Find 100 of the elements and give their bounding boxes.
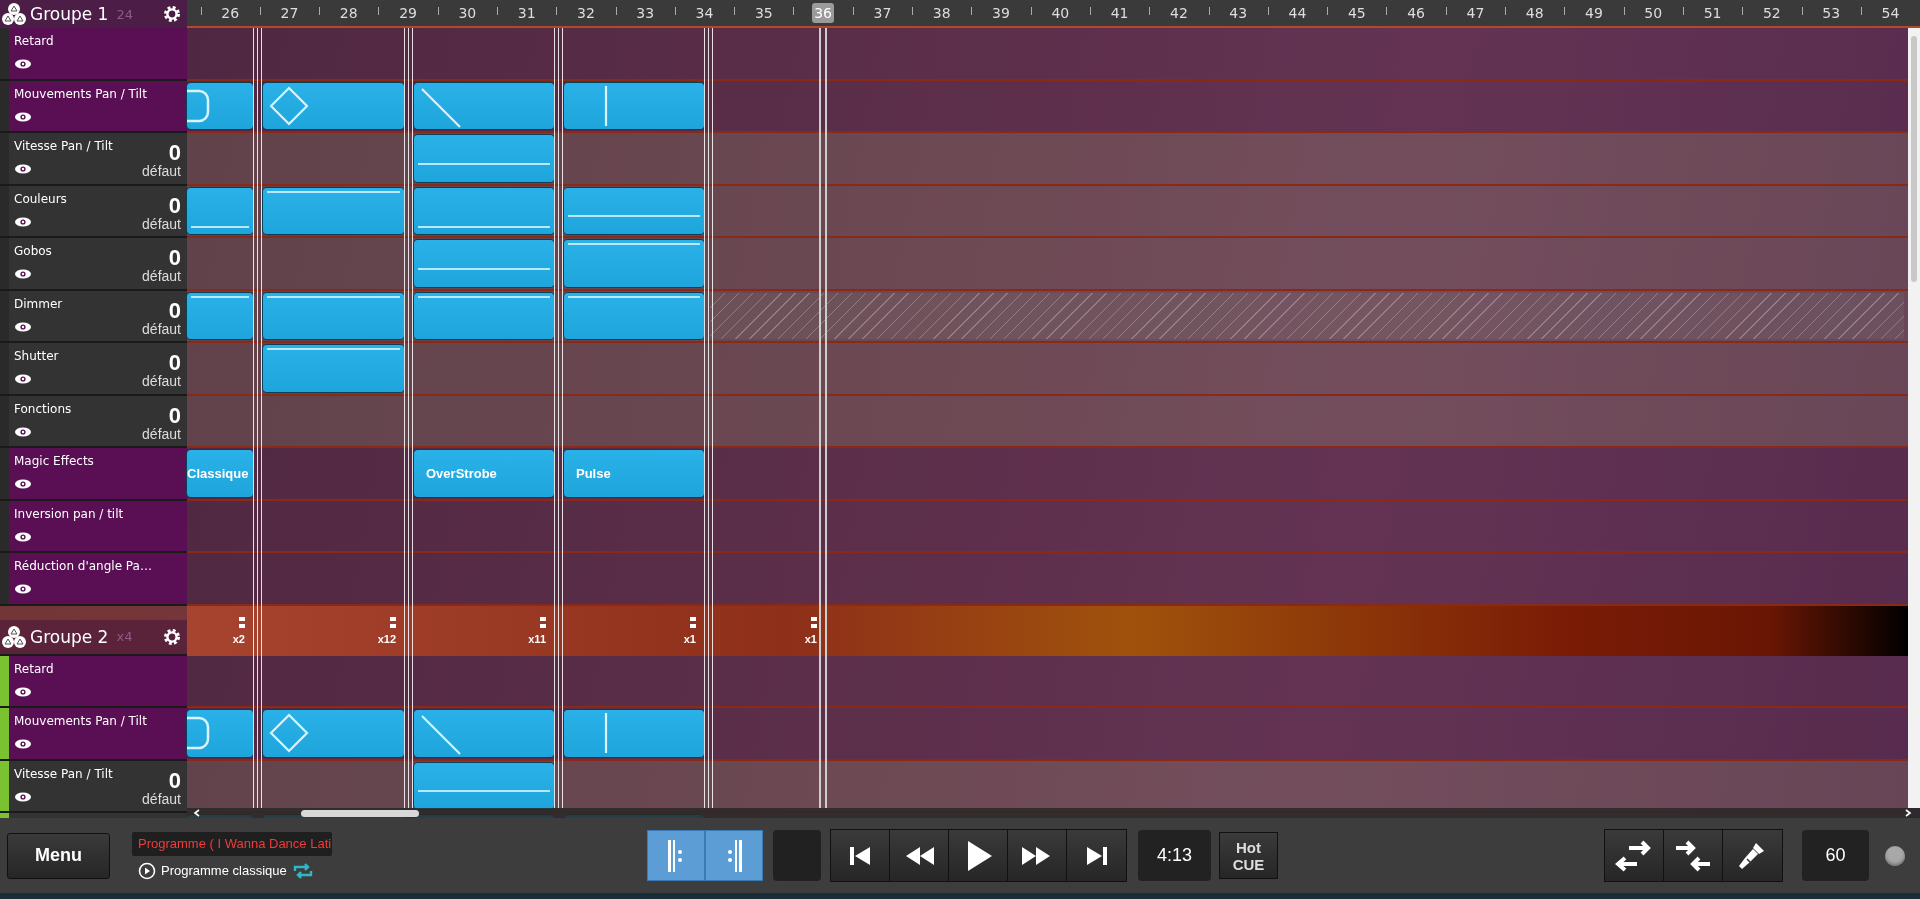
- clip-block[interactable]: [414, 187, 554, 234]
- clip-block[interactable]: [414, 710, 554, 757]
- vertical-scrollbar[interactable]: [1908, 28, 1920, 808]
- track-header[interactable]: Fonctions 0 défaut: [0, 395, 187, 448]
- menu-button[interactable]: Menu: [7, 832, 110, 879]
- vertical-line-icon: [604, 713, 608, 754]
- eye-icon[interactable]: [14, 738, 32, 750]
- eye-icon[interactable]: [14, 320, 32, 333]
- track-value-caption: défaut: [142, 215, 181, 232]
- group-header[interactable]: Groupe 2 x4: [0, 619, 187, 654]
- track-header[interactable]: Dimmer 0 défaut: [0, 290, 187, 343]
- clip-block[interactable]: [564, 710, 704, 757]
- track-header[interactable]: Gobos 0 défaut: [0, 238, 187, 291]
- clip-block[interactable]: [263, 82, 404, 129]
- time-display: 4:13: [1138, 830, 1211, 881]
- beat-number: 28: [338, 4, 359, 23]
- track-value: 0: [168, 143, 181, 163]
- swap-arrows-icon: [1615, 838, 1653, 873]
- track-header[interactable]: Couleurs 0 défaut: [0, 185, 187, 238]
- clip-block[interactable]: [564, 240, 704, 287]
- repeat-count: x1: [683, 632, 696, 645]
- track-name: Couleurs: [14, 191, 68, 206]
- clip-block[interactable]: [414, 762, 554, 809]
- eye-icon[interactable]: [14, 268, 32, 280]
- track-header[interactable]: Inversion pan / tilt: [0, 500, 187, 553]
- marker-dots-icon: [811, 616, 817, 629]
- rewind-button[interactable]: [890, 830, 949, 881]
- clip-block[interactable]: [187, 187, 253, 234]
- clip-block[interactable]: [414, 82, 554, 129]
- play-button[interactable]: [949, 830, 1008, 881]
- track-value-caption: défaut: [142, 373, 181, 389]
- skip-end-button[interactable]: [1067, 830, 1126, 881]
- eye-icon[interactable]: [14, 685, 32, 698]
- eye-icon[interactable]: [14, 478, 32, 490]
- eye-icon[interactable]: [14, 215, 32, 228]
- track-header[interactable]: Mouvements Pan / Tilt: [0, 708, 187, 761]
- clip-block[interactable]: [564, 292, 704, 339]
- hot-cue-button[interactable]: Hot CUE: [1219, 832, 1278, 879]
- eye-icon[interactable]: [14, 790, 32, 803]
- loop-end-button[interactable]: [705, 830, 763, 881]
- eye-icon[interactable]: [14, 163, 32, 175]
- program-mode-label[interactable]: Programme classique: [161, 863, 287, 878]
- track-header[interactable]: Retard: [0, 28, 187, 81]
- scroll-thumb[interactable]: [301, 809, 419, 817]
- group-header[interactable]: Groupe 1 24: [0, 0, 187, 28]
- beat-number: 42: [1169, 4, 1189, 23]
- beat-number: 49: [1584, 4, 1604, 23]
- clip-block[interactable]: [564, 82, 704, 129]
- track-name: Vitesse Pan / Tilt: [14, 766, 114, 781]
- beat-number: 41: [1109, 4, 1130, 23]
- track-value: 0: [168, 195, 181, 216]
- track-header[interactable]: Shutter 0 défaut: [0, 343, 187, 396]
- beat-number: 43: [1228, 4, 1249, 23]
- track-name: Mouvements Pan / Tilt: [14, 86, 148, 101]
- swap-button[interactable]: [1605, 830, 1664, 881]
- beat-number: 48: [1524, 4, 1545, 23]
- clip-block[interactable]: [187, 82, 253, 129]
- track-value: 0: [168, 770, 181, 791]
- clip-block[interactable]: [414, 135, 554, 182]
- clip-block[interactable]: [263, 345, 404, 392]
- horizontal-scrollbar[interactable]: [187, 808, 1920, 818]
- settings-icon[interactable]: [163, 627, 181, 646]
- beat-number: 45: [1346, 4, 1367, 23]
- beat-number: 40: [1050, 4, 1071, 23]
- track-header[interactable]: Réduction d'angle Pa…: [0, 553, 187, 606]
- paint-button[interactable]: [1723, 830, 1782, 881]
- clip-block[interactable]: [187, 292, 253, 339]
- track-header[interactable]: Magic Effects: [0, 448, 187, 501]
- track-header[interactable]: Retard: [0, 655, 187, 708]
- clip-block[interactable]: [187, 710, 253, 757]
- clip-block[interactable]: [564, 187, 704, 234]
- beat-number: 39: [991, 4, 1011, 23]
- repeat-count: x12: [377, 632, 396, 645]
- track-header[interactable]: Mouvements Pan / Tilt: [0, 80, 187, 133]
- skip-start-button[interactable]: [831, 830, 890, 881]
- horizontal-line: [191, 295, 249, 298]
- eye-icon[interactable]: [14, 583, 32, 595]
- clip-block[interactable]: [263, 292, 404, 339]
- fast-forward-button[interactable]: [1008, 830, 1067, 881]
- settings-icon[interactable]: [163, 5, 181, 23]
- clip-block[interactable]: [263, 710, 404, 757]
- clip-block[interactable]: [414, 292, 554, 339]
- eye-icon[interactable]: [14, 373, 32, 385]
- beat-number: 47: [1465, 4, 1486, 23]
- scroll-thumb[interactable]: [1911, 36, 1917, 282]
- eye-icon[interactable]: [14, 425, 32, 438]
- program-title-field[interactable]: Programme ( I Wanna Dance Lati: [132, 831, 332, 856]
- track-name: Réduction d'angle Pa…: [14, 559, 153, 573]
- clip-block[interactable]: [414, 240, 554, 287]
- eye-icon[interactable]: [14, 58, 32, 70]
- loop-start-button[interactable]: [647, 830, 705, 881]
- track-header[interactable]: Vitesse Pan / Tilt 0 défaut: [0, 760, 187, 813]
- clip-block[interactable]: [263, 187, 404, 234]
- eye-icon[interactable]: [14, 110, 32, 123]
- play-circle-icon[interactable]: [138, 861, 156, 880]
- repeat-icon[interactable]: [291, 862, 314, 879]
- track-header[interactable]: Vitesse Pan / Tilt 0 défaut: [0, 133, 187, 186]
- merge-button[interactable]: [1664, 830, 1723, 881]
- eye-icon[interactable]: [14, 530, 32, 543]
- track-name: Mouvements Pan / Tilt: [14, 714, 148, 728]
